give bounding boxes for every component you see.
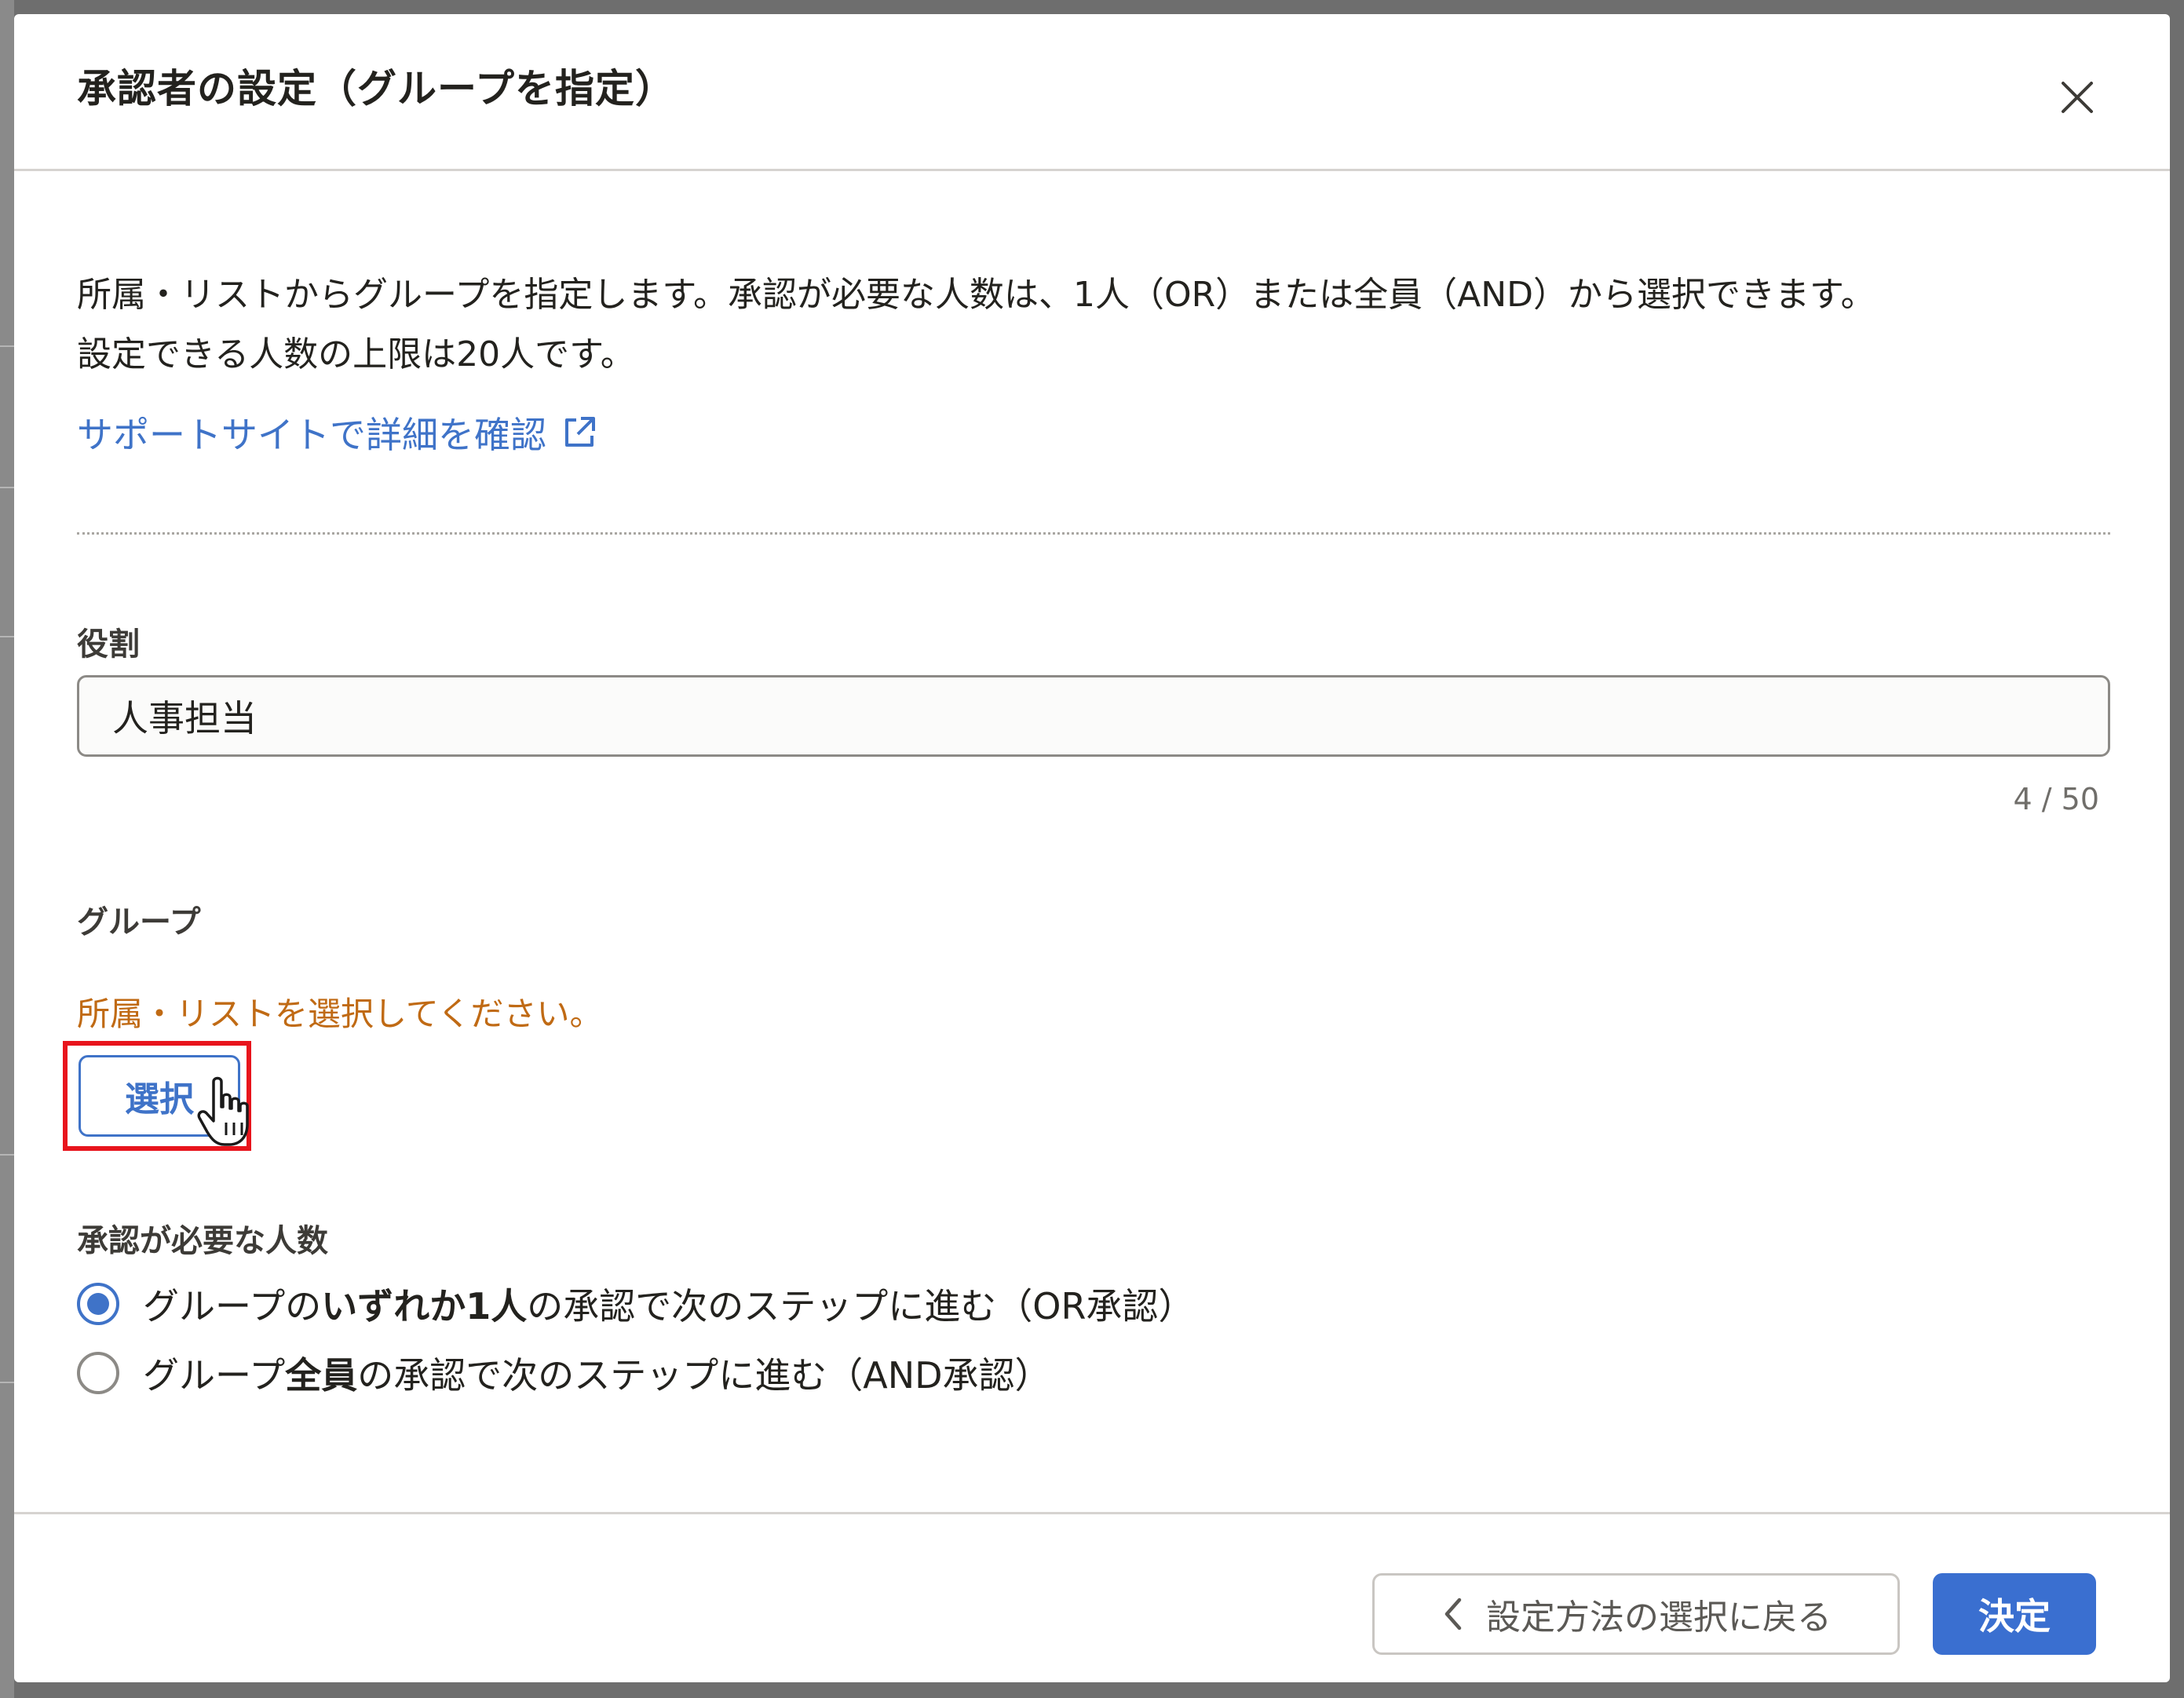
dialog-description: 所属・リストからグループを指定します。承認が必要な人数は、1人（OR）または全員… (77, 265, 1875, 385)
radio-label-or: グループのいずれか1人の承認で次のステップに進む（OR承認） (143, 1285, 1195, 1327)
group-validation-message: 所属・リストを選択してください。 (77, 995, 603, 1033)
chevron-left-icon (1444, 1598, 1462, 1630)
role-input[interactable] (77, 675, 2110, 757)
close-icon (2062, 82, 2093, 113)
background-divider (0, 487, 14, 488)
back-to-method-selection-button[interactable]: 設定方法の選択に戻る (1372, 1573, 1900, 1655)
support-link-label: サポートサイトで詳細を確認 (77, 414, 546, 456)
close-button[interactable] (2055, 75, 2099, 119)
background-divider (0, 345, 14, 347)
hand-pointer-icon (197, 1076, 249, 1146)
background-divider (0, 1382, 14, 1383)
confirm-button[interactable]: 決定 (1933, 1573, 2096, 1655)
support-site-link[interactable]: サポートサイトで詳細を確認 (77, 407, 598, 458)
background-divider (0, 636, 14, 637)
radio-option-or[interactable]: グループのいずれか1人の承認で次のステップに進む（OR承認） (77, 1278, 1194, 1330)
radio-button-or[interactable] (77, 1283, 119, 1325)
role-char-count: 4 / 50 (2013, 782, 2100, 816)
external-link-icon (565, 417, 595, 447)
dialog-header: 承認者の設定（グループを指定） (14, 14, 2170, 171)
radio-button-and[interactable] (77, 1352, 119, 1394)
group-label: グループ (77, 904, 201, 940)
background-overlay (0, 0, 14, 1698)
radio-label-and: グループ全員の承認で次のステップに進む（AND承認） (143, 1354, 1051, 1397)
radio-option-and[interactable]: グループ全員の承認で次のステップに進む（AND承認） (77, 1347, 1051, 1399)
description-line: 所属・リストからグループを指定します。承認が必要な人数は、1人（OR）または全員… (77, 275, 1875, 315)
background-divider (0, 1154, 14, 1156)
approver-settings-dialog: 承認者の設定（グループを指定） 所属・リストからグループを指定します。承認が必要… (14, 14, 2170, 1682)
approval-count-label: 承認が必要な人数 (77, 1223, 328, 1259)
back-button-label: 設定方法の選択に戻る (1486, 1598, 1832, 1638)
role-label: 役割 (77, 626, 140, 663)
section-divider (77, 532, 2110, 535)
description-line: 設定できる人数の上限は20人です。 (77, 334, 635, 374)
dialog-title: 承認者の設定（グループを指定） (77, 66, 675, 111)
